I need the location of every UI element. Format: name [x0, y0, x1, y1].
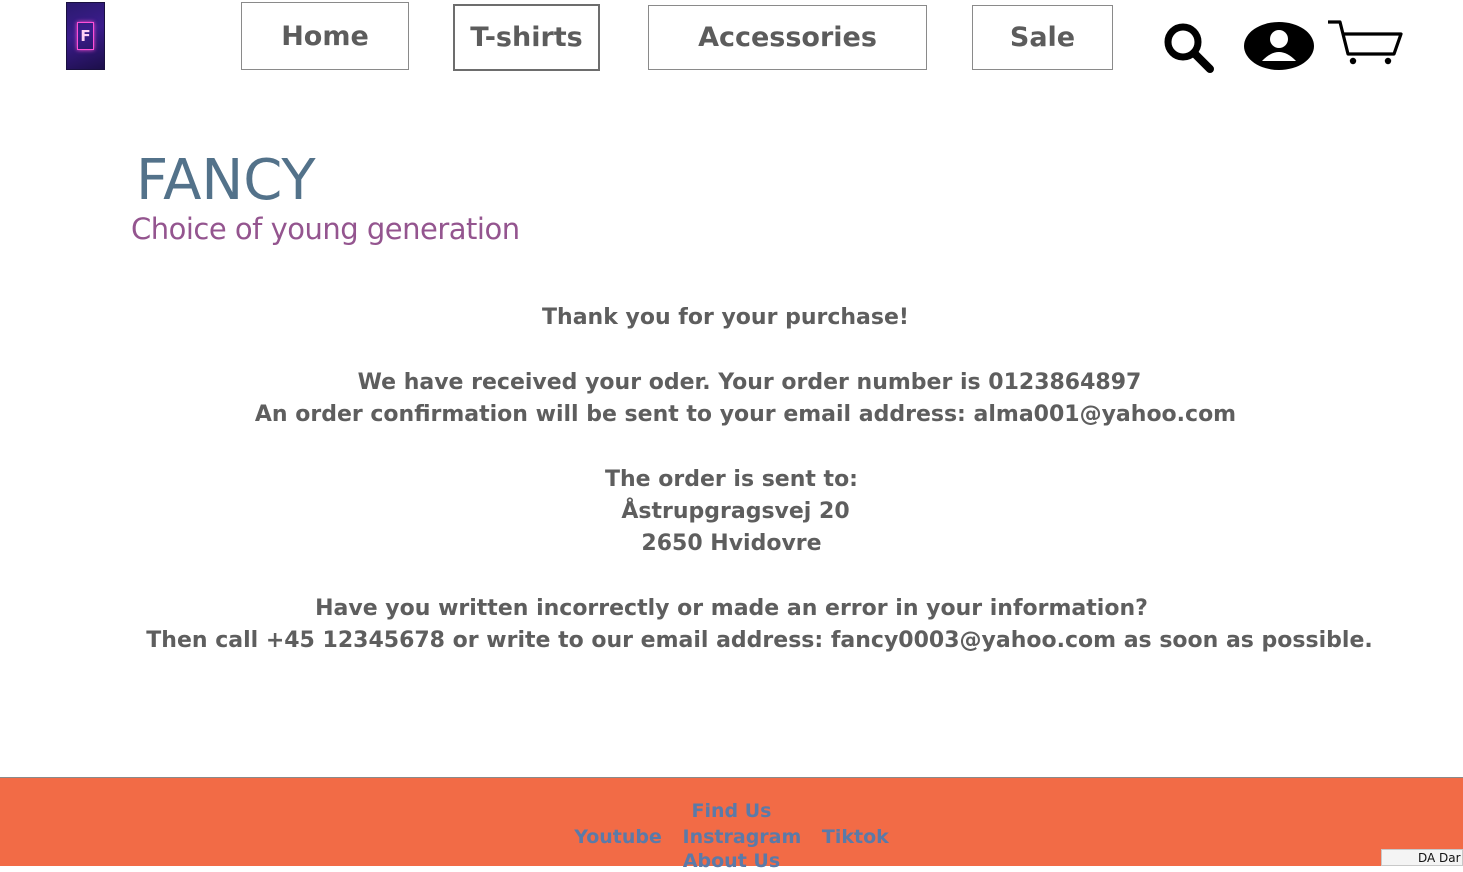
- brand-title: FANCY: [136, 148, 316, 213]
- nav-tshirts-button[interactable]: T-shirts: [453, 4, 600, 71]
- footer-instagram-link[interactable]: Instragram: [683, 826, 802, 848]
- footer-find-us: Find Us: [691, 800, 772, 822]
- footer-about-link[interactable]: About Us: [0, 850, 1463, 872]
- brand-tagline: Choice of young generation: [131, 212, 520, 246]
- brand-logo[interactable]: F: [66, 2, 105, 70]
- footer-tiktok-link[interactable]: Tiktok: [822, 826, 889, 848]
- error-question-text: Have you written incorrectly or made an …: [315, 596, 1148, 621]
- logo-letter: F: [77, 22, 94, 50]
- address-line-2: 2650 Hvidovre: [641, 531, 822, 556]
- error-contact-text: Then call +45 12345678 or write to our e…: [146, 628, 1373, 653]
- user-icon[interactable]: [1242, 21, 1316, 71]
- nav-sale-button[interactable]: Sale: [972, 5, 1113, 70]
- email-confirmation-text: An order confirmation will be sent to yo…: [254, 402, 1237, 427]
- nav-accessories-button[interactable]: Accessories: [648, 5, 927, 70]
- cart-icon[interactable]: [1326, 18, 1404, 66]
- order-received-text: We have received your oder. Your order n…: [357, 370, 1142, 395]
- footer: Find Us Youtube Instragram Tiktok About …: [0, 777, 1463, 872]
- taskbar-fragment[interactable]: DA Dar: [1381, 849, 1463, 866]
- thank-you-heading: Thank you for your purchase!: [542, 305, 909, 330]
- search-icon[interactable]: [1160, 20, 1216, 74]
- footer-social-links: Youtube Instragram Tiktok: [0, 826, 1463, 848]
- address-line-1: Åstrupgragsvej 20: [621, 499, 850, 524]
- shipping-label: The order is sent to:: [605, 467, 858, 492]
- footer-youtube-link[interactable]: Youtube: [574, 826, 662, 848]
- nav-home-button[interactable]: Home: [241, 2, 409, 70]
